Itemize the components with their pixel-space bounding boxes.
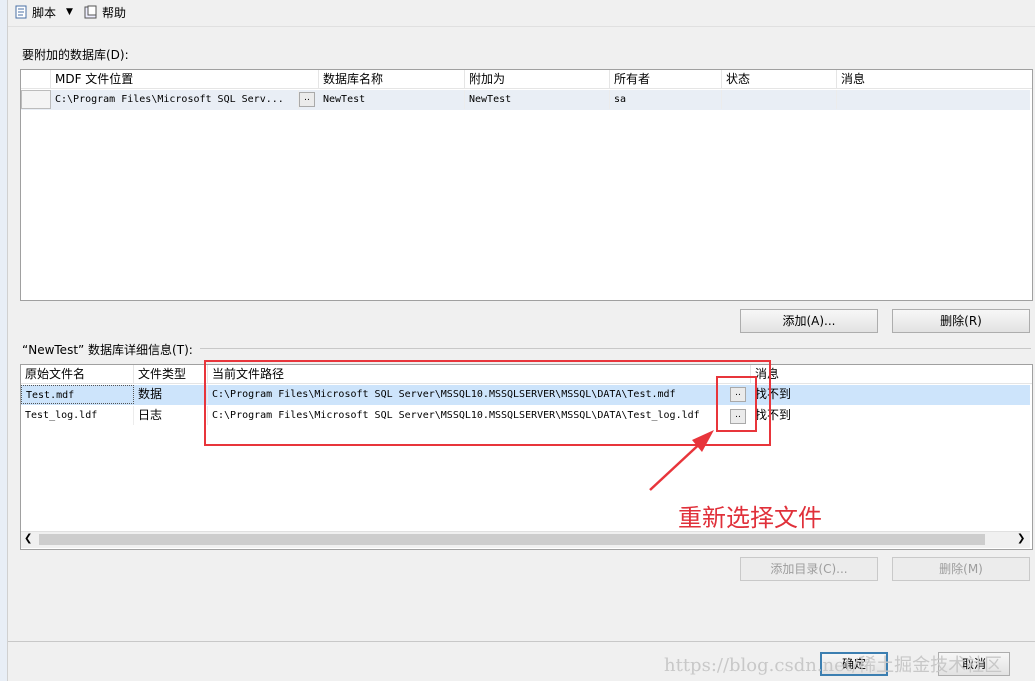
file-type-cell: 日志	[134, 406, 208, 425]
script-button[interactable]: 脚本 ▼	[14, 3, 73, 21]
message-cell: 找不到	[755, 408, 792, 422]
column-header-mdf[interactable]: MDF 文件位置	[51, 70, 319, 89]
message-cell	[837, 90, 1030, 109]
script-label: 脚本	[32, 5, 57, 20]
database-details-label: “NewTest” 数据库详细信息(T):	[22, 343, 193, 357]
scroll-right-icon[interactable]: ❯	[1017, 533, 1025, 544]
scroll-left-icon[interactable]: ❮	[24, 533, 32, 544]
column-header-message[interactable]: 消息	[837, 70, 1032, 89]
remove-file-button[interactable]: 删除(M)	[892, 557, 1030, 581]
attach-databases-label: 要附加的数据库(D):	[22, 48, 129, 62]
column-header-file-type[interactable]: 文件类型	[134, 365, 208, 384]
column-header-attach-as[interactable]: 附加为	[465, 70, 610, 89]
help-icon	[84, 5, 98, 19]
file-type-cell: 数据	[134, 385, 208, 404]
row-header-corner	[21, 70, 51, 89]
mdf-location-cell: C:\Program Files\Microsoft SQL Serv...	[51, 90, 299, 109]
annotation-arrow-icon	[649, 430, 714, 491]
owner-cell[interactable]: sa	[610, 90, 722, 109]
column-header-status[interactable]: 状态	[722, 70, 837, 89]
row-selector[interactable]	[21, 90, 51, 109]
db-name-cell: NewTest	[319, 90, 465, 109]
message-cell: 找不到	[755, 387, 792, 401]
scrollbar-thumb[interactable]	[39, 534, 985, 545]
script-icon	[14, 5, 28, 19]
footer-divider	[8, 641, 1035, 642]
toolbar: 脚本 ▼ 帮助	[8, 0, 1035, 27]
column-header-original-file[interactable]: 原始文件名	[21, 365, 134, 384]
add-catalog-button[interactable]: 添加目录(C)...	[740, 557, 878, 581]
left-panel-edge	[0, 0, 8, 681]
horizontal-scrollbar[interactable]: ❮ ❯	[21, 531, 1030, 548]
section-divider	[200, 348, 1031, 349]
help-button[interactable]: 帮助	[84, 3, 126, 21]
mdf-browse-button[interactable]: ..	[299, 92, 315, 107]
status-cell	[722, 90, 837, 109]
attach-as-cell[interactable]: NewTest	[465, 90, 610, 109]
chevron-down-icon[interactable]: ▼	[66, 7, 73, 17]
original-file-cell: Test_log.ldf	[21, 406, 134, 425]
column-header-message[interactable]: 消息	[751, 365, 1032, 384]
column-header-db-name[interactable]: 数据库名称	[319, 70, 465, 89]
attach-databases-grid: MDF 文件位置 数据库名称 附加为 所有者 状态 消息 C:\Program …	[20, 69, 1033, 301]
help-label: 帮助	[102, 5, 127, 20]
remove-database-button[interactable]: 删除(R)	[892, 309, 1030, 333]
column-header-owner[interactable]: 所有者	[610, 70, 722, 89]
original-file-cell: Test.mdf	[21, 385, 134, 404]
add-database-button[interactable]: 添加(A)...	[740, 309, 878, 333]
watermark: https://blog.csdn.net/稀土掘金技术社区	[664, 655, 1003, 676]
annotation-text: 重新选择文件	[678, 504, 822, 532]
